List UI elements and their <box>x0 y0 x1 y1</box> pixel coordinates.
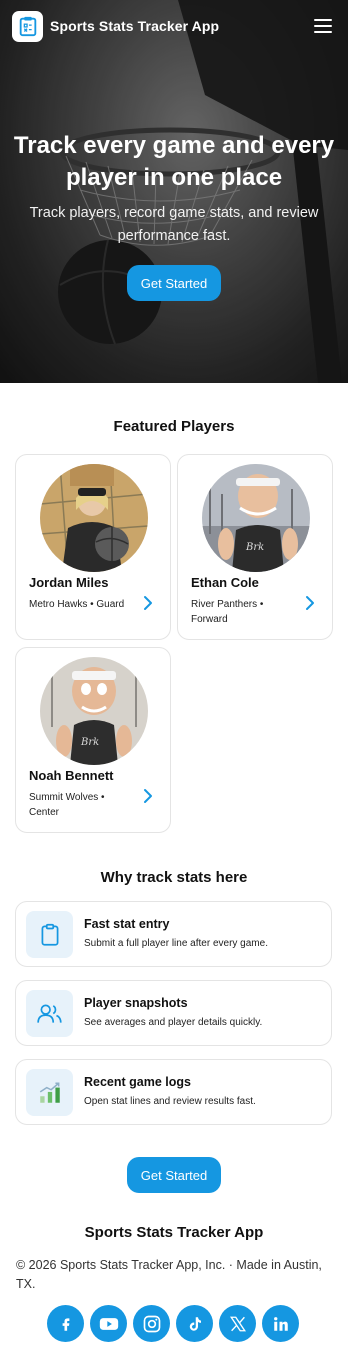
hero-subtitle: Track players, record game stats, and re… <box>29 205 319 244</box>
clipboard-icon <box>26 911 73 958</box>
instagram-icon[interactable] <box>133 1305 170 1342</box>
player-name: Noah Bennett <box>29 768 114 783</box>
svg-text:Brk: Brk <box>245 542 264 553</box>
copyright-text: © 2026 Sports Stats Tracker App, Inc. · … <box>16 1258 322 1291</box>
x-icon[interactable] <box>219 1305 256 1342</box>
hamburger-menu-icon[interactable] <box>314 19 332 33</box>
feature-description: Open stat lines and review results fast. <box>84 1096 256 1107</box>
feature-description: Submit a full player line after every ga… <box>84 938 268 949</box>
bar-chart-icon <box>26 1069 73 1116</box>
footer-brand: Sports Stats Tracker App <box>84 1224 264 1241</box>
chevron-right-icon[interactable] <box>304 595 316 611</box>
feature-title: Player snapshots <box>84 996 188 1010</box>
chevron-right-icon[interactable] <box>142 595 154 611</box>
featured-players-heading: Featured Players <box>113 418 235 435</box>
hero-section: Sports Stats Tracker App Track every gam… <box>0 0 348 383</box>
facebook-icon[interactable] <box>47 1305 84 1342</box>
feature-title: Fast stat entry <box>84 917 170 931</box>
svg-text:Brk: Brk <box>80 737 99 748</box>
player-name: Jordan Miles <box>29 575 109 590</box>
top-navigation-bar: Sports Stats Tracker App <box>12 10 336 42</box>
player-photo: Brk <box>40 657 148 765</box>
player-photo <box>40 464 148 572</box>
chevron-right-icon[interactable] <box>142 788 154 804</box>
users-icon <box>26 990 73 1037</box>
hero-title: Track every game and every player in one… <box>13 132 335 191</box>
player-name: Ethan Cole <box>191 575 259 590</box>
app-name[interactable]: Sports Stats Tracker App <box>50 18 219 34</box>
tiktok-icon[interactable] <box>176 1305 213 1342</box>
player-team-position: River Panthers • Forward <box>191 599 264 625</box>
linkedin-icon[interactable] <box>262 1305 299 1342</box>
hero-get-started-button[interactable]: Get Started <box>127 265 221 301</box>
player-card-ethan-cole[interactable]: Brk Ethan Cole River Panthers • Forward <box>177 454 333 640</box>
get-started-button[interactable]: Get Started <box>127 1157 221 1193</box>
youtube-icon[interactable] <box>90 1305 127 1342</box>
feature-title: Recent game logs <box>84 1075 191 1089</box>
app-logo[interactable] <box>12 10 43 42</box>
social-links <box>47 1305 299 1342</box>
why-track-heading: Why track stats here <box>100 869 248 886</box>
player-card-jordan-miles[interactable]: Jordan Miles Metro Hawks • Guard <box>15 454 171 640</box>
feature-card-recent-game-logs: Recent game logs Open stat lines and rev… <box>15 1059 332 1125</box>
feature-card-fast-stat-entry: Fast stat entry Submit a full player lin… <box>15 901 332 967</box>
feature-description: See averages and player details quickly. <box>84 1017 263 1028</box>
player-photo: Brk <box>202 464 310 572</box>
feature-card-player-snapshots: Player snapshots See averages and player… <box>15 980 332 1046</box>
player-team-position: Summit Wolves • Center <box>29 792 105 818</box>
player-card-noah-bennett[interactable]: Brk Noah Bennett Summit Wolves • Center <box>15 647 171 833</box>
player-team-position: Metro Hawks • Guard <box>29 599 125 610</box>
clipboard-stats-icon <box>19 16 36 37</box>
